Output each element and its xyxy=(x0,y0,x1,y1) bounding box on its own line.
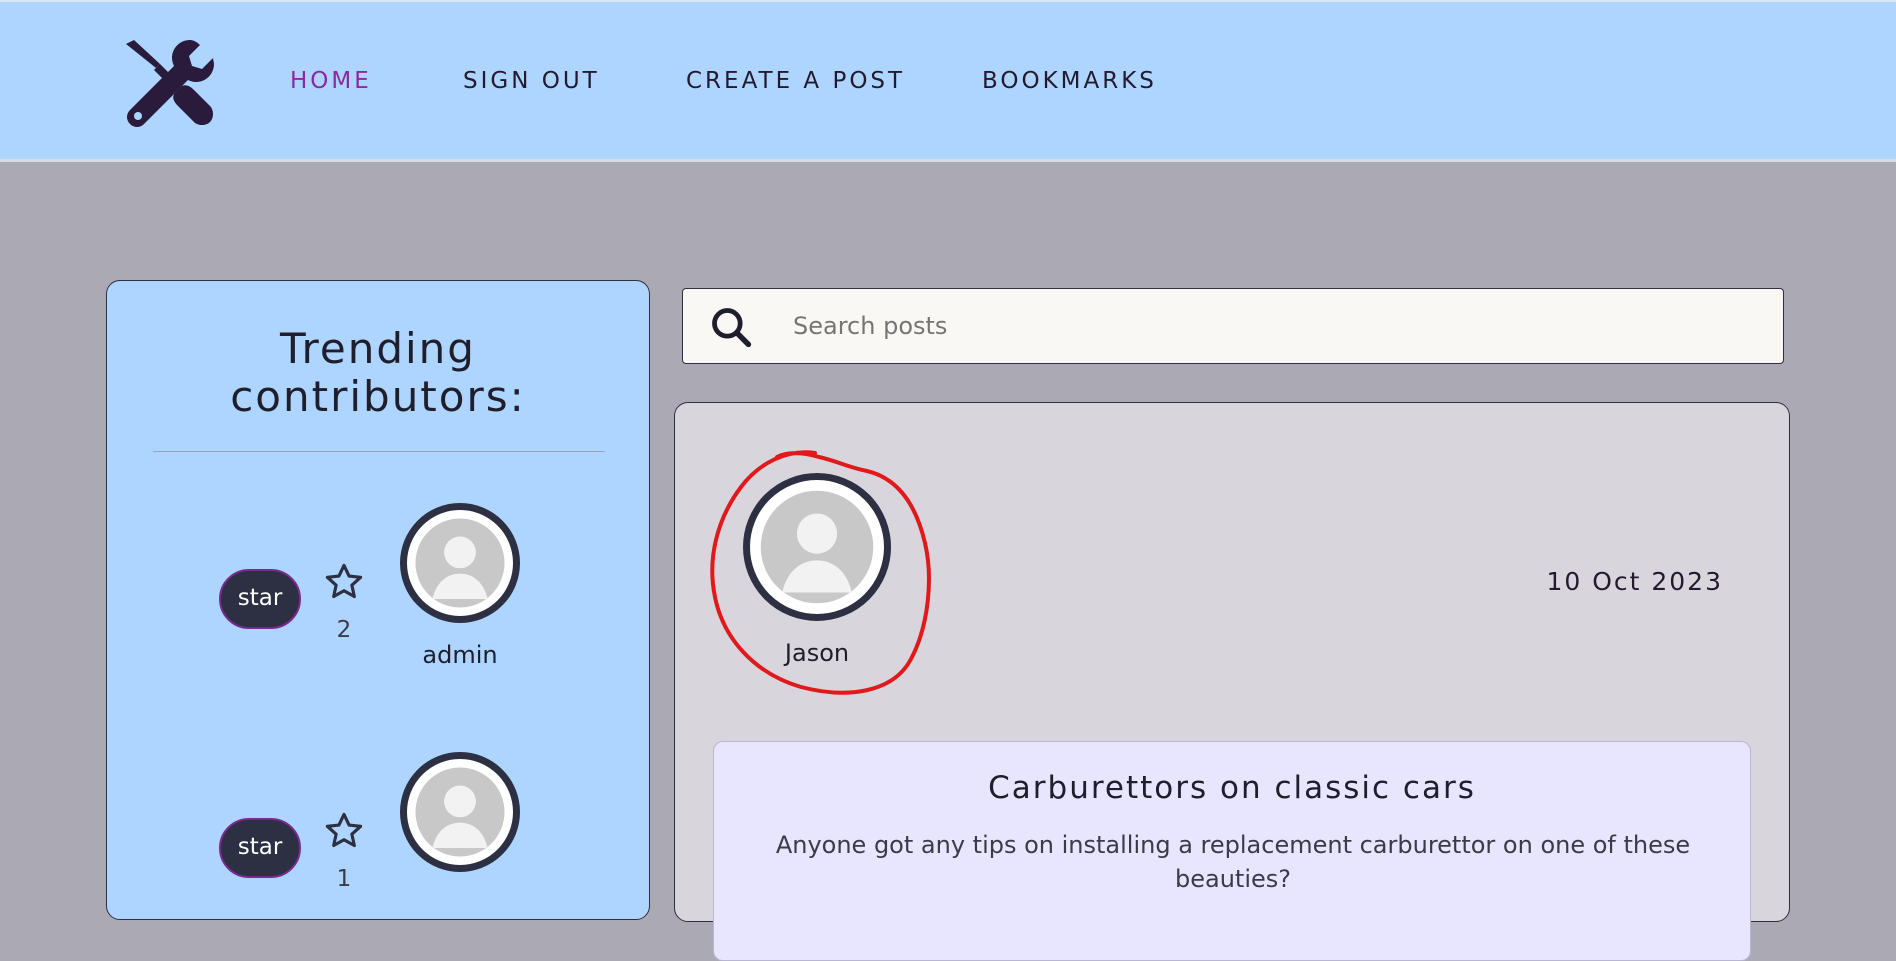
post-card[interactable]: Jason 10 Oct 2023 Carburettors on classi… xyxy=(674,402,1790,961)
post-author-avatar[interactable] xyxy=(743,473,891,621)
nav-create-post-link[interactable]: CREATE A POST xyxy=(686,68,905,94)
trending-contributors-panel: Trending contributors: star 2 admin star… xyxy=(106,280,650,920)
star-button[interactable]: star xyxy=(219,818,301,878)
search-input[interactable] xyxy=(791,303,1751,349)
star-outline-icon[interactable] xyxy=(323,561,365,603)
sidebar-title-line2: contributors: xyxy=(230,372,526,421)
post-author-name[interactable]: Jason xyxy=(747,639,887,667)
sidebar-divider xyxy=(153,451,605,452)
avatar[interactable] xyxy=(400,503,520,623)
navbar: HOME SIGN OUT CREATE A POST BOOKMARKS xyxy=(0,0,1896,162)
default-user-icon xyxy=(415,518,505,608)
star-button[interactable]: star xyxy=(219,569,301,629)
star-count: 1 xyxy=(336,866,352,892)
post-body: Anyone got any tips on installing a repl… xyxy=(775,831,1691,893)
post-content[interactable]: Carburettors on classic cars Anyone got … xyxy=(713,741,1751,961)
star-outline-icon[interactable] xyxy=(323,810,365,852)
default-user-icon xyxy=(760,490,874,604)
star-count: 2 xyxy=(336,617,352,643)
default-user-icon xyxy=(415,767,505,857)
post-title[interactable]: Carburettors on classic cars xyxy=(714,770,1750,806)
sidebar-title: Trending contributors: xyxy=(107,325,649,421)
wrench-screwdriver-icon[interactable] xyxy=(120,38,216,130)
nav-home-link[interactable]: HOME xyxy=(290,68,372,94)
search-icon[interactable] xyxy=(709,305,753,349)
nav-bookmarks-link[interactable]: BOOKMARKS xyxy=(982,68,1157,94)
post-date: 10 Oct 2023 xyxy=(1546,567,1723,596)
sidebar-title-line1: Trending xyxy=(280,324,476,373)
nav-sign-out-link[interactable]: SIGN OUT xyxy=(463,68,600,94)
avatar[interactable] xyxy=(400,752,520,872)
search-bar xyxy=(682,288,1784,364)
contributor-name[interactable]: admin xyxy=(390,641,530,669)
